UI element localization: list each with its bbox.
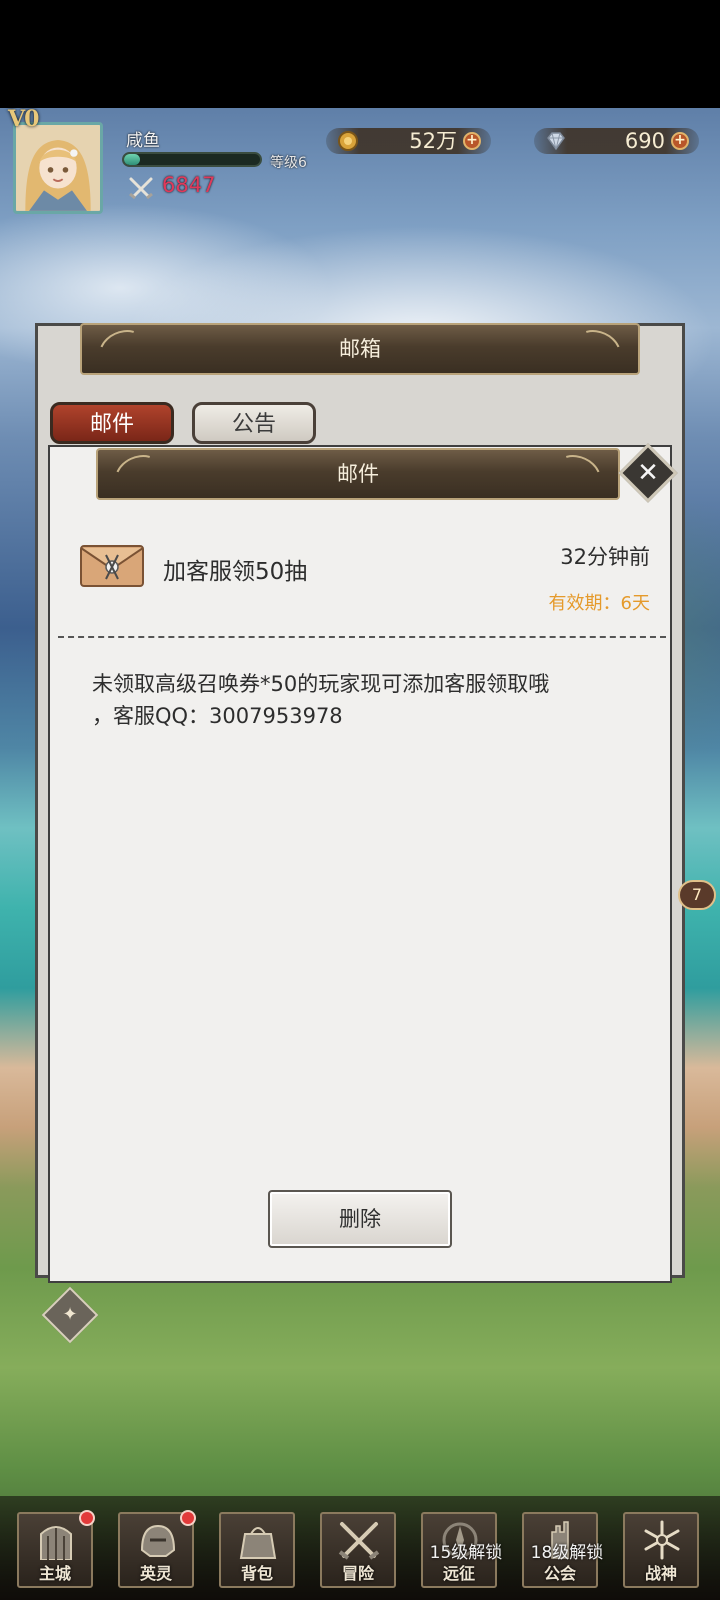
notification-dot: [79, 1510, 95, 1526]
tab-mail[interactable]: 邮件: [50, 402, 174, 444]
unlock-level-label: 15级解锁: [429, 1543, 503, 1563]
close-icon[interactable]: ✕: [627, 452, 669, 494]
nav-label: 公会: [543, 1564, 576, 1583]
compass-icon[interactable]: ✦: [56, 1300, 84, 1330]
nav-label: 远征: [442, 1564, 475, 1583]
divider: [58, 636, 666, 638]
unlock-level-label: 18级解锁: [530, 1543, 604, 1563]
combat-power: 6847: [162, 173, 216, 197]
bag-icon: [239, 1527, 277, 1559]
gate-icon: [40, 1526, 72, 1560]
helmet-icon: [140, 1524, 176, 1557]
envelope-icon: [80, 545, 144, 587]
exp-bar: [122, 152, 262, 167]
mailbox-title-banner: 邮箱: [80, 323, 640, 375]
player-name: 咸鱼: [126, 131, 160, 151]
nav-label: 背包: [240, 1564, 273, 1583]
mail-panel-title: 邮件: [337, 462, 379, 486]
snowflake-icon: [644, 1520, 680, 1560]
mail-expiry: 有效期：6天: [548, 593, 650, 614]
mail-body: 未领取高级召唤券*50的玩家现可添加客服领取哦 ，客服QQ：3007953978: [92, 668, 632, 732]
delete-button[interactable]: 删除: [268, 1190, 452, 1248]
gold-counter: 52万 +: [326, 128, 491, 154]
nav-heroes[interactable]: 英灵: [118, 1510, 196, 1588]
nav-expedition[interactable]: 远征 15级解锁: [421, 1512, 502, 1588]
player-level: 等级6: [270, 155, 307, 171]
nav-adventure[interactable]: 冒险: [320, 1512, 396, 1588]
gold-coin-icon: [338, 131, 358, 151]
nav-label: 战神: [644, 1564, 677, 1583]
mail-title-banner: 邮件: [96, 448, 620, 500]
notification-dot: [180, 1510, 196, 1526]
nav-label: 英灵: [139, 1564, 172, 1583]
mail-subject: 加客服领50抽: [163, 559, 308, 585]
nav-label: 主城: [38, 1564, 71, 1583]
status-bar-area: [0, 0, 720, 108]
add-gems-button[interactable]: +: [671, 132, 689, 150]
side-notification-badge[interactable]: 7: [678, 880, 716, 910]
add-gold-button[interactable]: +: [463, 132, 481, 150]
nav-label: 冒险: [341, 1564, 374, 1583]
mail-body-line: 未领取高级召唤券*50的玩家现可添加客服领取哦: [92, 672, 550, 696]
mail-body-line: ，客服QQ：3007953978: [92, 704, 343, 728]
tab-announcement[interactable]: 公告: [192, 402, 316, 444]
crossed-swords-icon: [129, 177, 153, 200]
nav-backpack[interactable]: 背包: [219, 1512, 295, 1588]
crossed-swords-icon: [338, 1522, 380, 1560]
nav-main-city[interactable]: 主城: [17, 1510, 95, 1588]
vip-level[interactable]: V0: [8, 106, 39, 132]
mailbox-title: 邮箱: [339, 337, 381, 361]
diamond-icon: [547, 132, 565, 151]
gem-value: 690: [624, 129, 665, 153]
player-avatar[interactable]: [13, 122, 103, 214]
gem-counter: 690 +: [534, 128, 699, 154]
nav-guild[interactable]: 公会 18级解锁: [522, 1512, 603, 1588]
nav-war-god[interactable]: 战神: [623, 1512, 699, 1588]
gold-value: 52万: [409, 129, 457, 153]
exp-bar-fill: [124, 154, 141, 165]
mail-time: 32分钟前: [560, 545, 650, 569]
